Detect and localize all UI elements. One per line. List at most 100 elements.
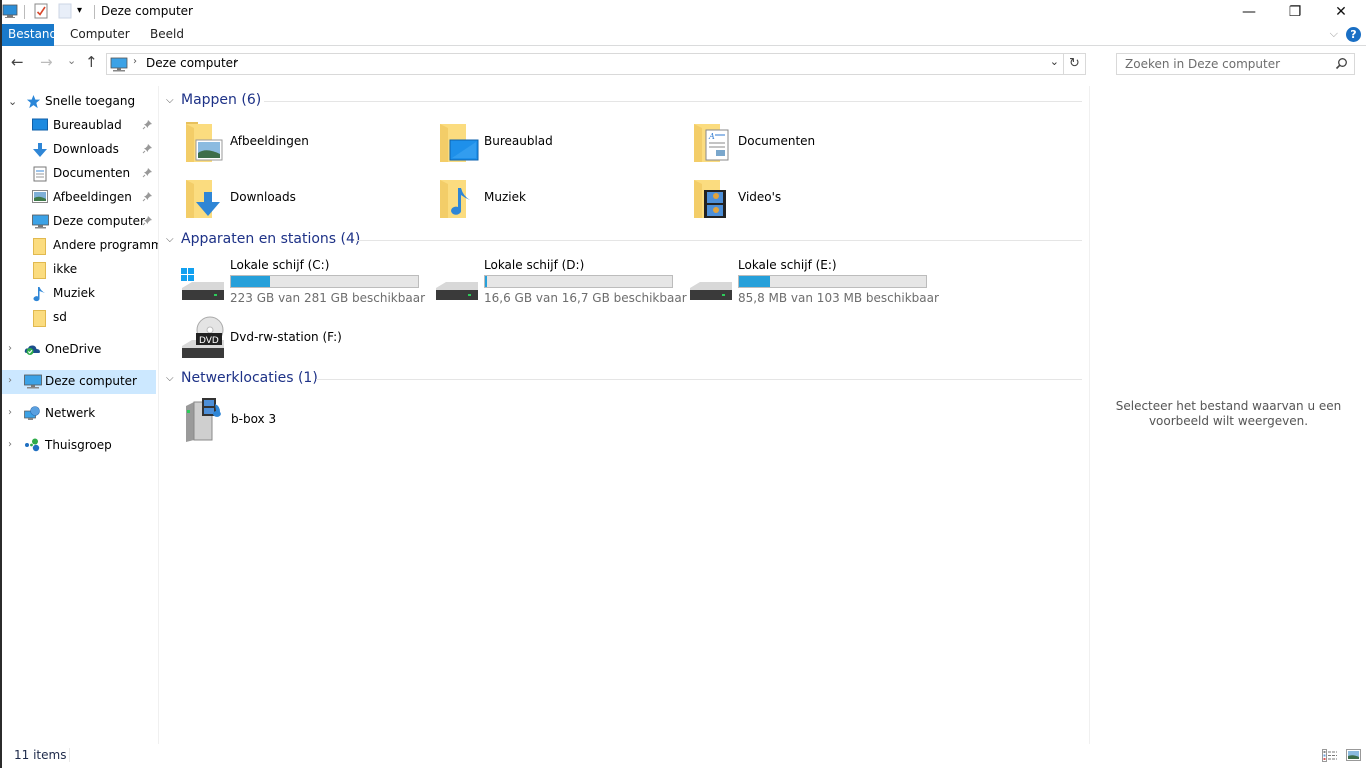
nav-item-andere-programma[interactable]: Andere programma bbox=[2, 234, 158, 258]
folder-bureaublad[interactable]: Bureaublad bbox=[438, 120, 678, 170]
details-view-icon[interactable] bbox=[1322, 749, 1338, 765]
expand-chevron-icon[interactable]: › bbox=[8, 343, 12, 354]
folder-icon bbox=[33, 262, 46, 282]
network-location-b-box-3[interactable]: b-box 3 bbox=[182, 396, 422, 446]
back-button[interactable]: ← bbox=[11, 53, 24, 71]
toolbar-separator bbox=[24, 5, 25, 19]
folder-documenten[interactable]: A Documenten bbox=[692, 120, 932, 170]
drive-usage-fill bbox=[231, 276, 270, 287]
drive-f-dvd[interactable]: DVD Dvd-rw-station (F:) bbox=[180, 316, 430, 366]
expand-chevron-icon[interactable]: › bbox=[8, 375, 12, 386]
pin-icon[interactable] bbox=[142, 167, 153, 181]
computer-icon bbox=[24, 374, 42, 392]
nav-label: Thuisgroep bbox=[45, 438, 112, 452]
search-box[interactable] bbox=[1116, 53, 1355, 75]
nav-item-deze-computer-pinned[interactable]: Deze computer bbox=[2, 210, 156, 234]
music-icon bbox=[33, 286, 47, 305]
drive-free-space: 85,8 MB van 103 MB beschikbaar bbox=[738, 291, 939, 305]
collapse-chevron-icon[interactable]: ⌄ bbox=[8, 95, 17, 108]
search-input[interactable] bbox=[1117, 54, 1327, 74]
folder-downloads[interactable]: Downloads bbox=[184, 176, 424, 226]
preview-pane: Selecteer het bestand waarvan u een voor… bbox=[1089, 86, 1366, 744]
network-location-label: b-box 3 bbox=[231, 412, 277, 426]
folder-afbeeldingen[interactable]: Afbeeldingen bbox=[184, 120, 424, 170]
folder-icon bbox=[33, 238, 46, 258]
drive-c[interactable]: Lokale schijf (C:) 223 GB van 281 GB bes… bbox=[180, 258, 430, 308]
drive-d[interactable]: Lokale schijf (D:) 16,6 GB van 16,7 GB b… bbox=[434, 258, 687, 308]
homegroup-icon bbox=[24, 438, 41, 455]
nav-deze-computer[interactable]: › Deze computer bbox=[2, 370, 156, 394]
drive-free-space: 223 GB van 281 GB beschikbaar bbox=[230, 291, 425, 305]
large-icons-view-icon[interactable] bbox=[1346, 749, 1361, 764]
address-dropdown-icon[interactable]: ⌄ bbox=[1050, 55, 1059, 68]
expand-chevron-icon[interactable]: › bbox=[8, 439, 12, 450]
drive-label: Lokale schijf (E:) bbox=[738, 258, 837, 272]
pictures-icon bbox=[32, 190, 48, 206]
folder-videos[interactable]: Video's bbox=[692, 176, 932, 226]
nav-item-muziek[interactable]: Muziek bbox=[2, 282, 156, 306]
minimize-button[interactable]: — bbox=[1226, 0, 1272, 24]
tab-bestand[interactable]: Bestand bbox=[2, 24, 57, 46]
collapse-chevron-icon[interactable]: ⌵ bbox=[166, 234, 174, 245]
nav-label: Downloads bbox=[53, 142, 119, 156]
music-folder-icon bbox=[438, 176, 480, 223]
customize-dropdown-icon[interactable]: ▾ bbox=[77, 5, 82, 16]
up-button[interactable]: ↑ bbox=[85, 53, 98, 71]
dvd-drive-icon: DVD bbox=[180, 316, 226, 363]
search-icon[interactable] bbox=[1335, 57, 1348, 73]
nav-quick-access[interactable]: ⌄ Snelle toegang bbox=[2, 90, 156, 114]
nav-thuisgroep[interactable]: › Thuisgroep bbox=[2, 434, 156, 458]
folder-label: Downloads bbox=[230, 190, 296, 204]
computer-icon bbox=[110, 57, 128, 75]
expand-ribbon-icon[interactable]: ⌵ bbox=[1330, 27, 1338, 41]
desktop-folder-icon bbox=[438, 120, 480, 167]
nav-label: ikke bbox=[53, 262, 78, 276]
folder-label: Documenten bbox=[738, 134, 816, 148]
breadcrumb-deze-computer[interactable]: Deze computer bbox=[146, 56, 238, 70]
pin-icon[interactable] bbox=[142, 119, 153, 133]
nav-item-sd[interactable]: sd bbox=[2, 306, 156, 330]
documents-icon bbox=[33, 166, 47, 185]
nav-item-bureaublad[interactable]: Bureaublad bbox=[2, 114, 156, 138]
nav-item-ikke[interactable]: ikke bbox=[2, 258, 156, 282]
new-folder-icon[interactable] bbox=[58, 3, 72, 22]
breadcrumb-separator[interactable]: › bbox=[234, 56, 238, 67]
folder-icon bbox=[33, 310, 46, 330]
downloads-icon bbox=[32, 142, 48, 161]
pin-icon[interactable] bbox=[142, 191, 153, 205]
drive-icon bbox=[434, 262, 480, 305]
nav-label: Bureaublad bbox=[53, 118, 122, 132]
collapse-chevron-icon[interactable]: ⌵ bbox=[166, 95, 174, 106]
nav-label: Netwerk bbox=[45, 406, 96, 420]
pin-icon[interactable] bbox=[142, 215, 153, 229]
computer-icon[interactable] bbox=[2, 3, 18, 22]
nav-item-documenten[interactable]: Documenten bbox=[2, 162, 156, 186]
nav-label: Documenten bbox=[53, 166, 131, 180]
pin-icon[interactable] bbox=[142, 143, 153, 157]
recent-locations-button[interactable]: ⌄ bbox=[67, 54, 76, 67]
tab-beeld[interactable]: Beeld bbox=[144, 24, 190, 46]
tab-computer[interactable]: Computer bbox=[64, 24, 136, 46]
expand-chevron-icon[interactable]: › bbox=[8, 407, 12, 418]
nav-item-afbeeldingen[interactable]: Afbeeldingen bbox=[2, 186, 156, 210]
restore-button[interactable]: ❐ bbox=[1272, 0, 1318, 24]
collapse-chevron-icon[interactable]: ⌵ bbox=[166, 373, 174, 384]
system-drive-icon bbox=[180, 262, 226, 305]
nav-item-downloads[interactable]: Downloads bbox=[2, 138, 156, 162]
address-bar[interactable]: › Deze computer › ⌄ ↻ bbox=[106, 53, 1086, 75]
nav-label: OneDrive bbox=[45, 342, 102, 356]
drive-label: Dvd-rw-station (F:) bbox=[230, 330, 342, 344]
drive-e[interactable]: Lokale schijf (E:) 85,8 MB van 103 MB be… bbox=[688, 258, 939, 308]
toolbar-separator bbox=[94, 5, 95, 19]
help-icon[interactable]: ? bbox=[1346, 27, 1361, 42]
pane-divider[interactable] bbox=[158, 86, 159, 744]
properties-icon[interactable] bbox=[34, 3, 48, 22]
nav-onedrive[interactable]: › OneDrive bbox=[2, 338, 156, 362]
forward-button[interactable]: → bbox=[40, 53, 53, 71]
nav-netwerk[interactable]: › Netwerk bbox=[2, 402, 156, 426]
close-button[interactable]: ✕ bbox=[1318, 0, 1364, 24]
breadcrumb-separator[interactable]: › bbox=[133, 56, 137, 67]
folder-muziek[interactable]: Muziek bbox=[438, 176, 678, 226]
refresh-button[interactable]: ↻ bbox=[1063, 54, 1085, 74]
drive-usage-fill bbox=[485, 276, 487, 287]
